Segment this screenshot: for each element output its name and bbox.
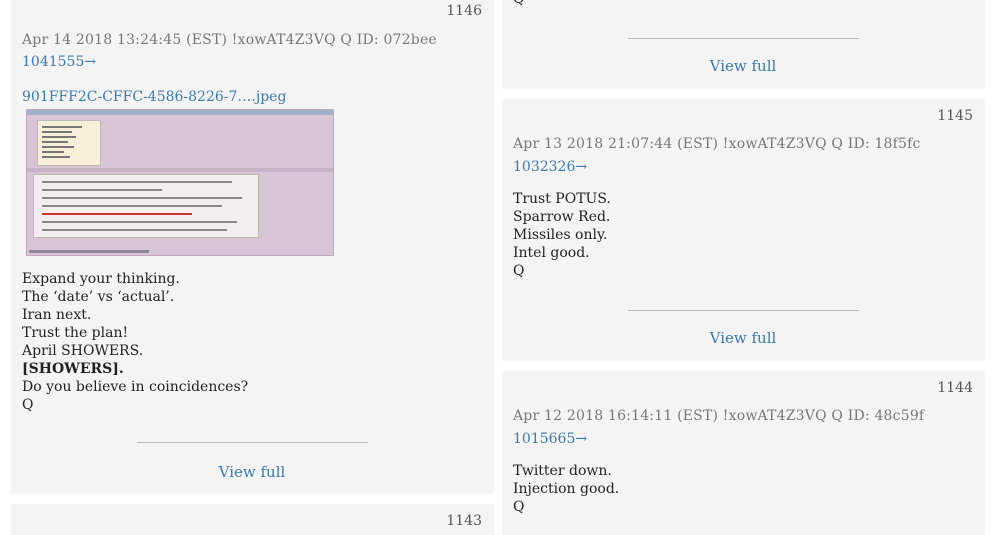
divider: [628, 38, 859, 39]
view-full-button[interactable]: View full: [643, 329, 843, 347]
post-meta: Apr 14 2018 13:24:45 (EST) !xowAT4Z3VQ Q…: [22, 32, 437, 48]
post-image-thumbnail[interactable]: [26, 109, 334, 256]
post-meta: Apr 12 2018 16:14:11 (EST) !xowAT4Z3VQ Q…: [513, 408, 925, 424]
post-line: Twitter down.: [513, 463, 612, 479]
post-line: Intel good.: [513, 245, 590, 261]
post-number: 1143: [446, 513, 482, 529]
post-line: Sparrow Red.: [513, 209, 611, 225]
image-file-link[interactable]: 901FFF2C-CFFC-4586-8226-7….jpeg: [22, 89, 286, 105]
post-line: Trust POTUS.: [513, 191, 611, 207]
post-line: Q: [22, 397, 34, 413]
reply-reference-link[interactable]: 1015665→: [513, 431, 587, 447]
post-card-1143: 1143: [11, 504, 494, 535]
divider: [137, 442, 368, 443]
post-line: Missiles only.: [513, 227, 608, 243]
post-body: Expand your thinking. The ‘date’ vs ‘act…: [22, 270, 248, 414]
post-number: 1145: [937, 108, 973, 124]
post-line: Injection good.: [513, 481, 620, 497]
post-line: Iran next.: [22, 307, 92, 323]
view-full-button[interactable]: View full: [152, 463, 352, 481]
post-line: Q: [513, 499, 525, 515]
post-line: The ‘date’ vs ‘actual’.: [22, 289, 175, 305]
post-line: Expand your thinking.: [22, 271, 180, 287]
post-line: Q: [513, 263, 525, 279]
post-body: Twitter down. Injection good. Q: [513, 462, 619, 516]
post-line: Q: [513, 0, 524, 8]
post-number: 1144: [937, 380, 973, 396]
post-card-1145: 1145 Apr 13 2018 21:07:44 (EST) !xowAT4Z…: [502, 99, 985, 361]
view-full-button[interactable]: View full: [643, 57, 843, 75]
post-line: April SHOWERS.: [22, 343, 144, 359]
reply-reference-link[interactable]: 1041555→: [22, 54, 96, 70]
post-card-1144: 1144 Apr 12 2018 16:14:11 (EST) !xowAT4Z…: [502, 371, 985, 535]
divider: [628, 310, 859, 311]
post-line: Do you believe in coincidences?: [22, 379, 249, 395]
post-line: Trust the plan!: [22, 325, 129, 341]
post-meta: Apr 13 2018 21:07:44 (EST) !xowAT4Z3VQ Q…: [513, 136, 921, 152]
post-line: [SHOWERS].: [22, 361, 124, 377]
post-body: Trust POTUS. Sparrow Red. Missiles only.…: [513, 190, 611, 280]
post-number: 1146: [446, 3, 482, 19]
post-card-1146: 1146 Apr 14 2018 13:24:45 (EST) !xowAT4Z…: [11, 0, 494, 494]
reply-reference-link[interactable]: 1032326→: [513, 159, 587, 175]
post-card-previous: Q View full: [502, 0, 985, 89]
